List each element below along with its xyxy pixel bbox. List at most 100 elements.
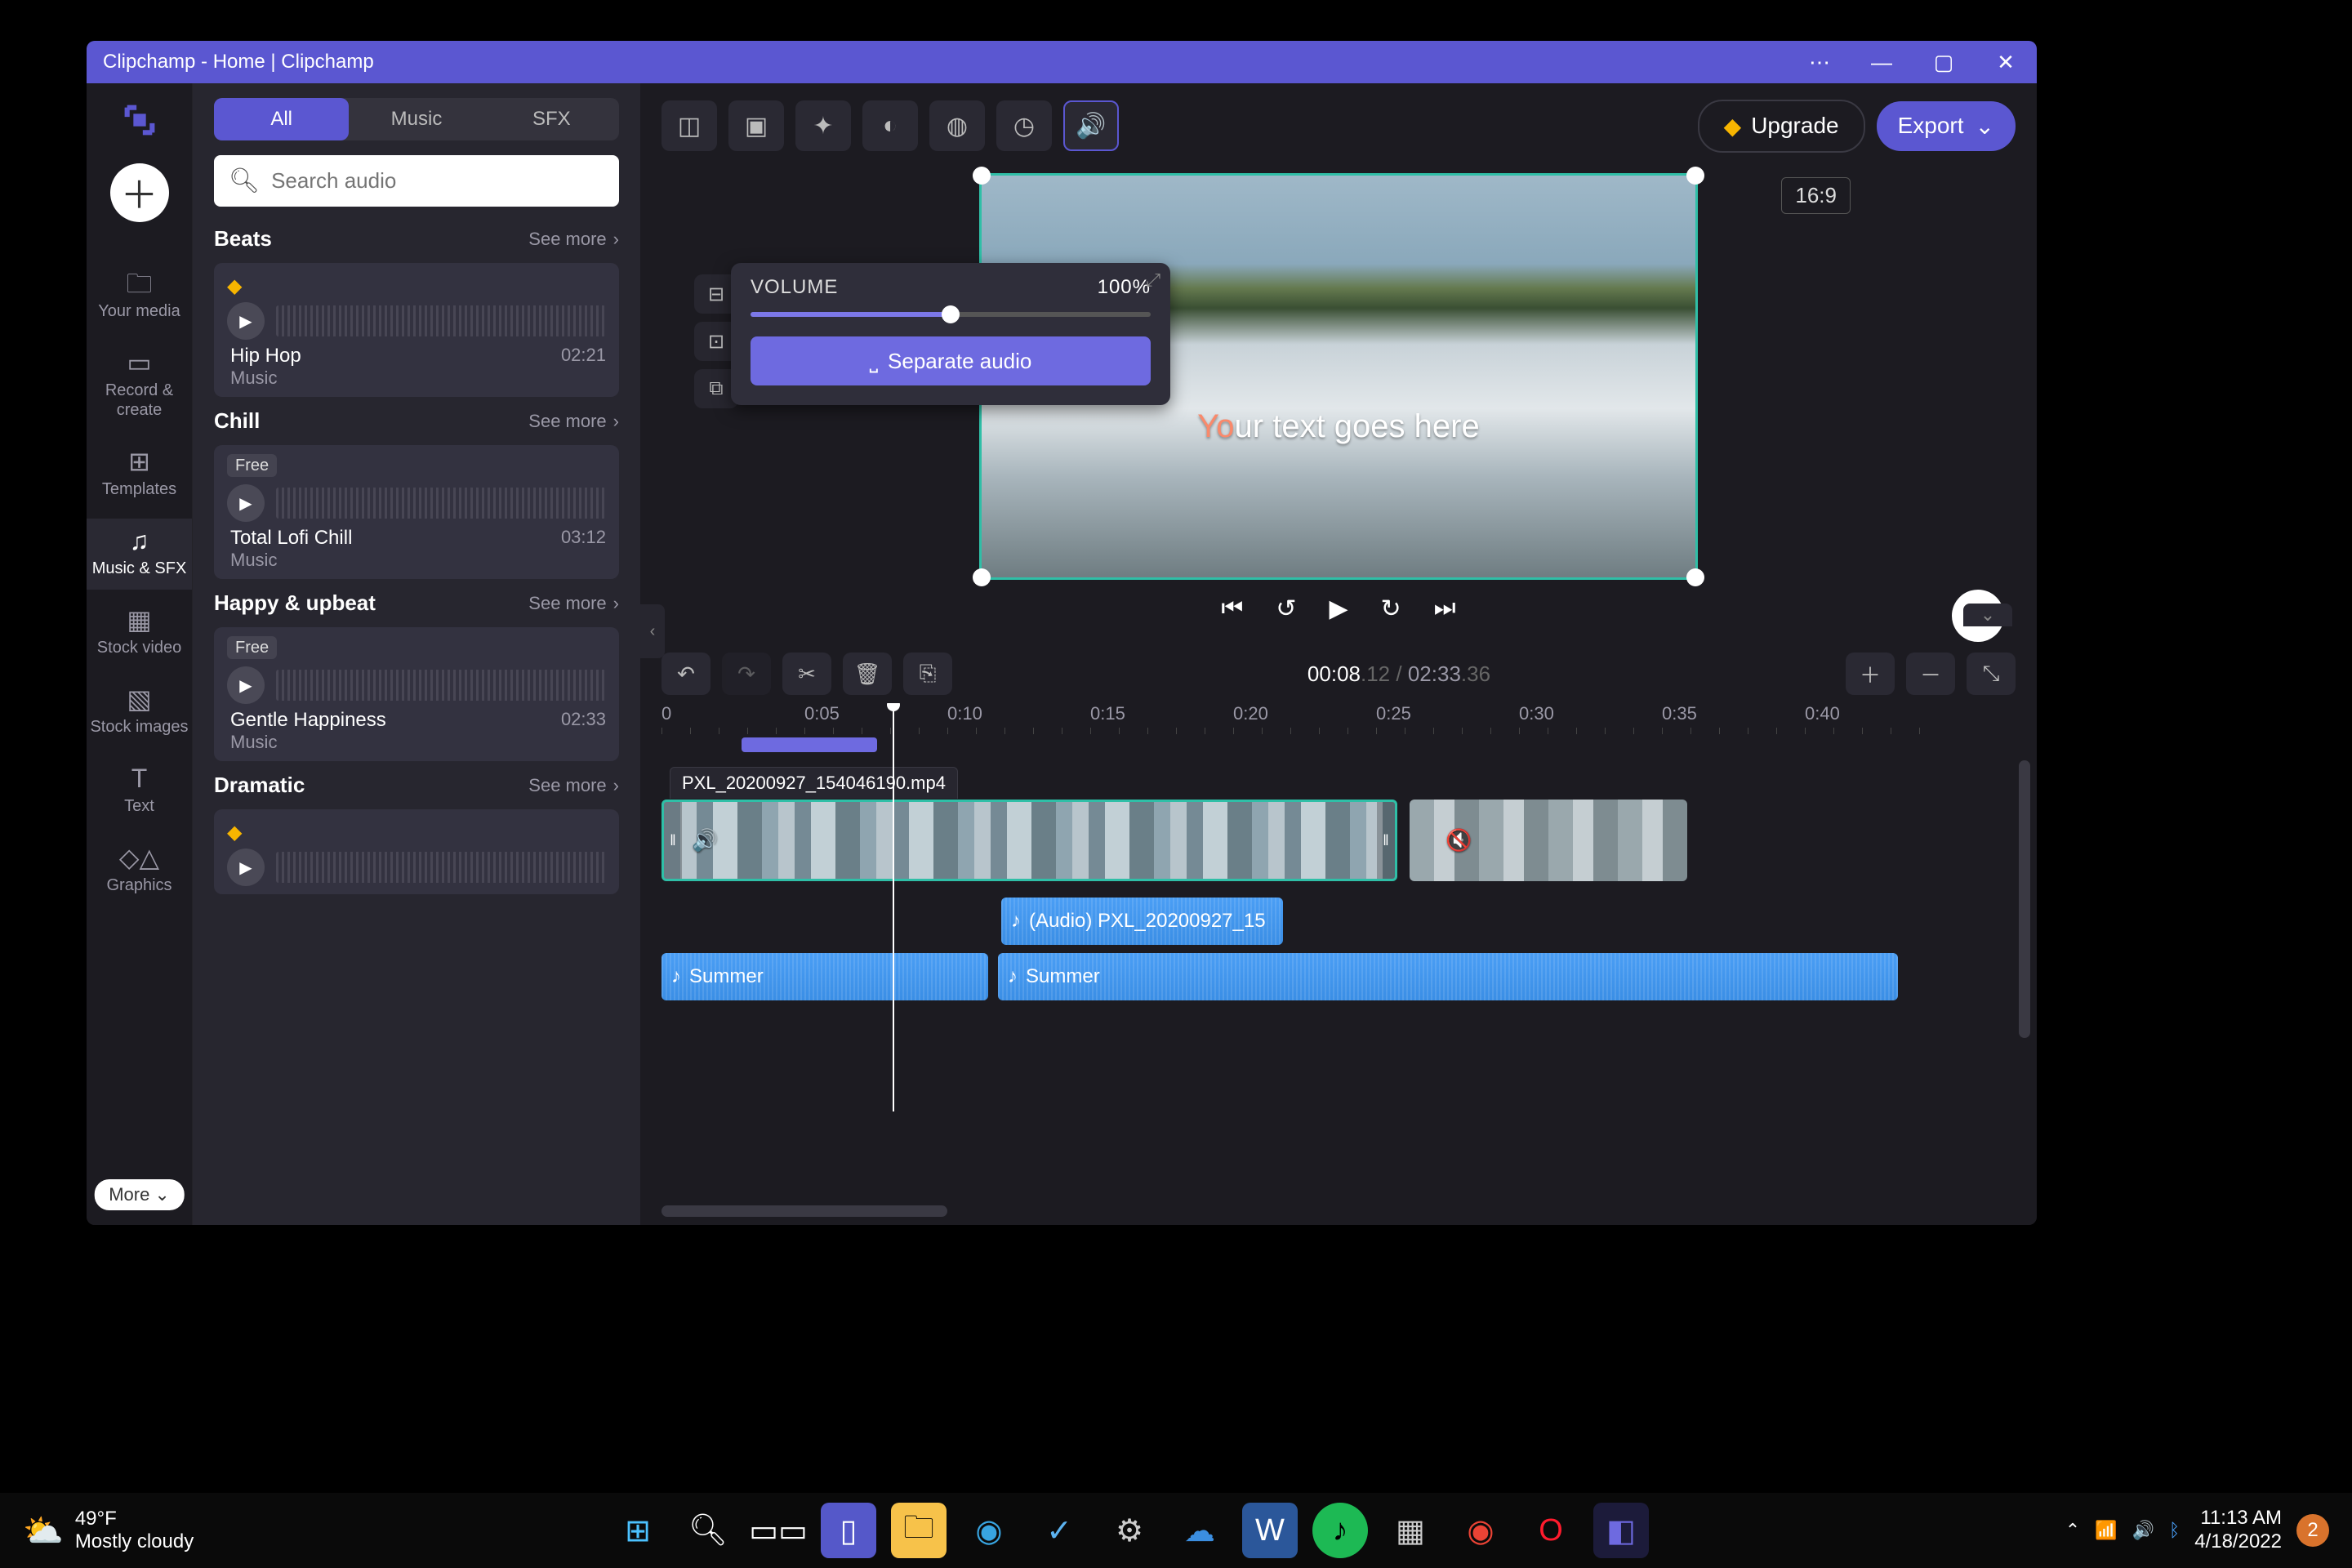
- cut-icon[interactable]: ✂: [782, 653, 831, 695]
- audio-clip[interactable]: ♪(Audio) PXL_20200927_15: [1001, 898, 1283, 945]
- close-icon[interactable]: ✕: [1991, 47, 2020, 77]
- horizontal-scrollbar[interactable]: [662, 1205, 947, 1217]
- search-icon[interactable]: 🔍︎: [680, 1503, 736, 1558]
- ruler[interactable]: 0 0:05 0:10 0:15 0:20 0:25 0:30 0:35 0:4…: [662, 703, 2016, 736]
- task-view-icon[interactable]: ▭▭: [751, 1503, 806, 1558]
- bluetooth-icon[interactable]: ᛒ: [2169, 1520, 2180, 1541]
- clipchamp-taskbar-icon[interactable]: ◧: [1593, 1503, 1649, 1558]
- rail-stock-video[interactable]: ▦ Stock video: [87, 598, 192, 669]
- tray-chevron-icon[interactable]: ⌃: [2065, 1520, 2080, 1541]
- weather-widget[interactable]: ⛅ 49°F Mostly cloudy: [23, 1508, 194, 1552]
- vertical-scrollbar[interactable]: [2019, 760, 2030, 1038]
- rail-stock-images[interactable]: ▧ Stock images: [87, 677, 192, 748]
- popover-close-icon[interactable]: ⤢: [1146, 270, 1160, 291]
- layout-icon[interactable]: ◫: [662, 100, 717, 151]
- track-card[interactable]: Free ▶ Total Lofi Chill Music 03:12: [214, 445, 619, 579]
- search-field[interactable]: 🔍︎: [214, 155, 619, 207]
- see-more-happy[interactable]: See more›: [528, 593, 619, 614]
- duplicate-icon[interactable]: ⎘: [903, 653, 952, 695]
- text-clip[interactable]: [742, 737, 877, 752]
- filter-icon[interactable]: ◍: [929, 100, 985, 151]
- play-icon[interactable]: ▶: [1329, 595, 1348, 623]
- play-button[interactable]: ▶: [227, 484, 265, 522]
- skip-start-icon[interactable]: ⏮: [1221, 595, 1243, 623]
- see-more-chill[interactable]: See more›: [528, 411, 619, 432]
- tab-all[interactable]: All: [214, 98, 349, 140]
- zoom-out-icon[interactable]: －: [1906, 653, 1955, 695]
- video-clip-2[interactable]: 🔇: [1410, 800, 1687, 881]
- resize-handle[interactable]: [1686, 167, 1704, 185]
- explorer-icon[interactable]: 🗀: [891, 1503, 947, 1558]
- audio-icon[interactable]: 🔊: [1063, 100, 1119, 151]
- redo-icon[interactable]: ↷: [722, 653, 771, 695]
- track-card[interactable]: ◆ ▶: [214, 809, 619, 894]
- zoom-in-icon[interactable]: ＋: [1846, 653, 1895, 695]
- upgrade-button[interactable]: ◆ Upgrade: [1698, 100, 1865, 153]
- audio-clip[interactable]: ♪Summer: [998, 953, 1898, 1000]
- rail-templates[interactable]: ⊞ Templates: [87, 439, 192, 510]
- fit-timeline-icon[interactable]: ⤡: [1967, 653, 2016, 695]
- speed-icon[interactable]: ◷: [996, 100, 1052, 151]
- play-button[interactable]: ▶: [227, 849, 265, 886]
- see-more-beats[interactable]: See more›: [528, 229, 619, 250]
- tab-sfx[interactable]: SFX: [484, 98, 619, 140]
- delete-icon[interactable]: 🗑: [843, 653, 892, 695]
- track-card[interactable]: ◆ ▶ Hip Hop Music 02:21: [214, 263, 619, 397]
- rail-more-button[interactable]: More ⌄: [94, 1179, 185, 1210]
- rail-text[interactable]: T Text: [87, 756, 192, 827]
- audio-clip[interactable]: ♪Summer: [662, 953, 988, 1000]
- word-icon[interactable]: W: [1242, 1503, 1298, 1558]
- collapse-timeline-button[interactable]: ⌄: [1963, 604, 2012, 626]
- add-button[interactable]: ＋: [110, 163, 169, 222]
- wifi-icon[interactable]: 📶: [2095, 1520, 2117, 1541]
- resize-handle[interactable]: [973, 568, 991, 586]
- undo-icon[interactable]: ↶: [662, 653, 710, 695]
- teams-icon[interactable]: ▯: [821, 1503, 876, 1558]
- tab-music[interactable]: Music: [349, 98, 483, 140]
- crop-icon[interactable]: ▣: [728, 100, 784, 151]
- trim-handle-left[interactable]: ‖: [664, 802, 682, 879]
- aspect-ratio-badge[interactable]: 16:9: [1781, 177, 1851, 214]
- opera-icon[interactable]: O: [1523, 1503, 1579, 1558]
- play-button[interactable]: ▶: [227, 666, 265, 704]
- spotify-icon[interactable]: ♪: [1312, 1503, 1368, 1558]
- collapse-panel-button[interactable]: ‹: [640, 604, 665, 658]
- video-clip-1[interactable]: ‖ 🔊 ‖: [662, 800, 1397, 881]
- trim-handle-right[interactable]: ‖: [1377, 802, 1395, 879]
- start-icon[interactable]: ⊞: [610, 1503, 666, 1558]
- rail-record-create[interactable]: ▭ Record & create: [87, 341, 192, 431]
- resize-handle[interactable]: [973, 167, 991, 185]
- todo-icon[interactable]: ✓: [1031, 1503, 1087, 1558]
- resize-handle[interactable]: [1686, 568, 1704, 586]
- onedrive-icon[interactable]: ☁: [1172, 1503, 1227, 1558]
- search-input[interactable]: [271, 168, 604, 194]
- mute-icon[interactable]: 🔇: [1446, 828, 1472, 853]
- more-icon[interactable]: ⋯: [1805, 47, 1834, 77]
- rail-music-sfx[interactable]: ♫ Music & SFX: [87, 519, 192, 590]
- notification-badge[interactable]: 2: [2296, 1514, 2329, 1547]
- see-more-dramatic[interactable]: See more›: [528, 775, 619, 796]
- calc-icon[interactable]: ▦: [1383, 1503, 1438, 1558]
- edge-icon[interactable]: ◉: [961, 1503, 1017, 1558]
- magic-icon[interactable]: ✦: [795, 100, 851, 151]
- playhead[interactable]: [893, 703, 894, 1111]
- rail-graphics[interactable]: ◇△ Graphics: [87, 835, 192, 906]
- slider-thumb[interactable]: [942, 305, 960, 323]
- separate-audio-button[interactable]: ⎵ Separate audio: [751, 336, 1151, 385]
- speaker-icon[interactable]: 🔊: [692, 828, 718, 853]
- volume-tray-icon[interactable]: 🔊: [2132, 1520, 2154, 1541]
- maximize-icon[interactable]: ▢: [1929, 47, 1958, 77]
- timeline[interactable]: 0 0:05 0:10 0:15 0:20 0:25 0:30 0:35 0:4…: [640, 703, 2037, 1225]
- play-button[interactable]: ▶: [227, 302, 265, 340]
- skip-end-icon[interactable]: ⏭: [1434, 595, 1456, 623]
- rail-your-media[interactable]: 🗀 Your media: [87, 261, 192, 332]
- forward-icon[interactable]: ↻: [1381, 595, 1401, 623]
- meet-icon[interactable]: ◉: [1453, 1503, 1508, 1558]
- taskmgr-icon[interactable]: ⚙: [1102, 1503, 1157, 1558]
- track-card[interactable]: Free ▶ Gentle Happiness Music 02:33: [214, 627, 619, 761]
- export-button[interactable]: Export ⌄: [1877, 101, 2016, 151]
- contrast-icon[interactable]: ◐: [862, 100, 918, 151]
- text-overlay[interactable]: Your text goes here: [1197, 408, 1479, 445]
- minimize-icon[interactable]: ―: [1867, 47, 1896, 77]
- clock[interactable]: 11:13 AM 4/18/2022: [2194, 1507, 2282, 1554]
